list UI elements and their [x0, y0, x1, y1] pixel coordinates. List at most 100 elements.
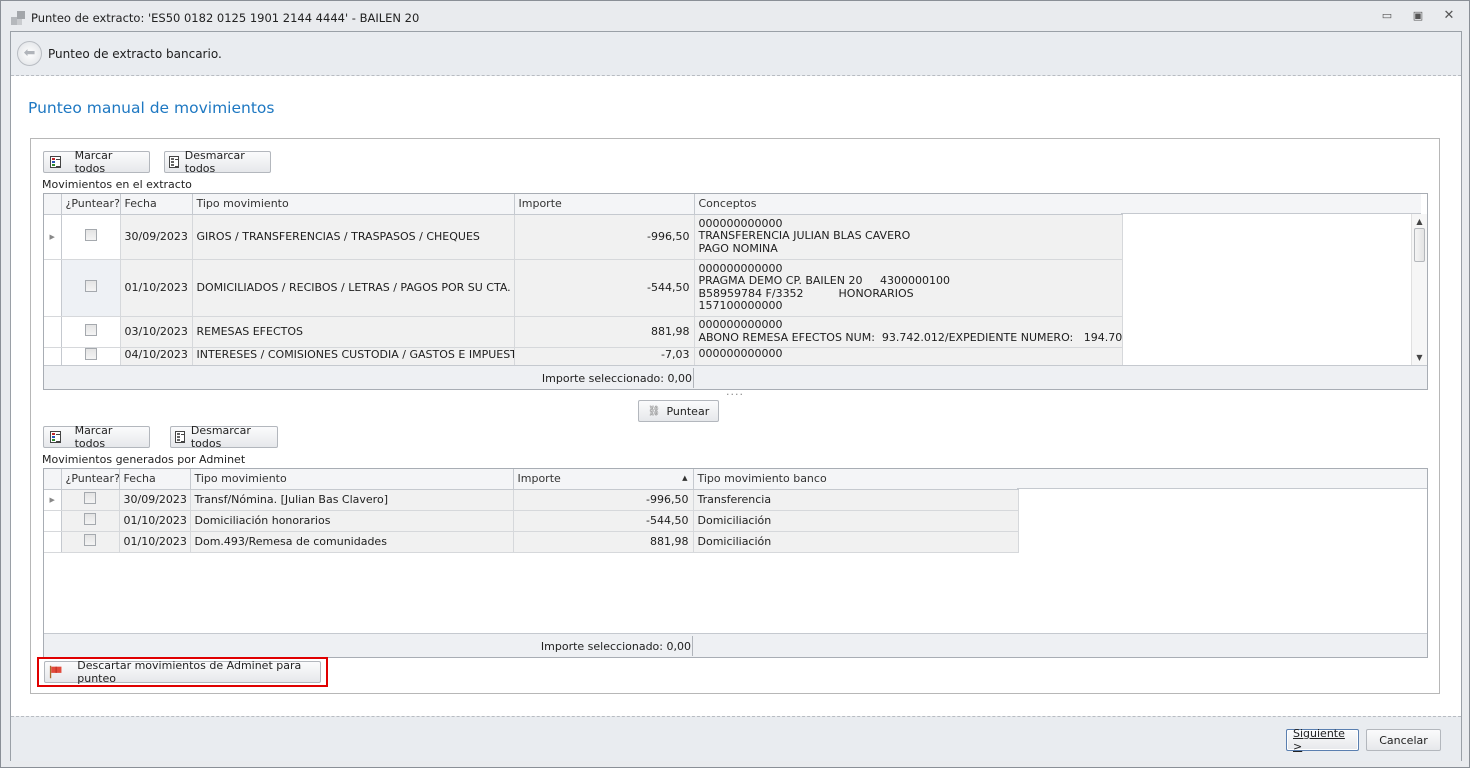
table-row[interactable]: 01/10/2023 Dom.493/Remesa de comunidades 8…	[44, 531, 1019, 553]
window-title: Punteo de extracto: 'ES50 0182 0125 1901…	[31, 11, 420, 25]
checkbox[interactable]	[84, 347, 97, 360]
conceptos-cell: 000000000000 PRAGMA DEMO CP. BAILEN 20 43…	[694, 259, 1123, 317]
concepto-line: 157100000000	[698, 299, 783, 312]
tipo-cell: DOMICILIADOS / RECIBOS / LETRAS / PAGOS …	[192, 259, 515, 317]
importe-cell: -996,50	[514, 214, 695, 260]
button-label: Desmarcar todos	[184, 149, 245, 175]
tipo-cell: Dom.493/Remesa de comunidades	[190, 531, 514, 553]
scroll-up-icon[interactable]: ▲	[1412, 217, 1427, 226]
column-header-tipo[interactable]: Tipo movimiento	[192, 194, 515, 215]
row-indicator	[44, 531, 62, 553]
column-header-fecha[interactable]: Fecha	[119, 469, 191, 490]
scrollbar-thumb[interactable]	[1414, 228, 1425, 262]
puntear-checkbox-cell[interactable]	[61, 316, 121, 348]
button-label: Desmarcar todos	[190, 424, 251, 450]
checkbox[interactable]	[84, 229, 97, 241]
button-label: Puntear	[666, 404, 710, 418]
column-header-puntear[interactable]: ¿Puntear?	[61, 194, 121, 215]
red-flag-icon	[49, 665, 62, 679]
adminet-grid-footer: Importe seleccionado: 0,00	[44, 633, 1427, 657]
unmark-all-extracto-button[interactable]: Desmarcar todos	[164, 149, 271, 175]
title-bar: Punteo de extracto: 'ES50 0182 0125 1901…	[1, 1, 1469, 31]
wizard-step-title: Punteo de extracto bancario.	[48, 47, 222, 61]
row-indicator: ▶	[44, 214, 62, 260]
table-row[interactable]: 01/10/2023 DOMICILIADOS / RECIBOS / LETRA…	[44, 259, 1123, 317]
fecha-cell: 30/09/2023	[120, 214, 193, 260]
puntear-checkbox-cell[interactable]	[61, 259, 121, 317]
button-label: Cancelar	[1379, 733, 1428, 747]
importe-cell: -996,50	[513, 489, 694, 511]
table-row[interactable]: 01/10/2023 Domiciliación honorarios -544,5…	[44, 510, 1019, 532]
discard-adminet-button[interactable]: Descartar movimientos de Adminet para pu…	[44, 659, 321, 685]
column-header-puntear[interactable]: ¿Puntear?	[61, 469, 120, 490]
tipo-cell: GIROS / TRANSFERENCIAS / TRASPASOS / CHE…	[192, 214, 515, 260]
importe-cell: -544,50	[513, 510, 694, 532]
column-header-fecha[interactable]: Fecha	[120, 194, 193, 215]
importe-cell: 881,98	[513, 531, 694, 553]
extracto-grid-label: Movimientos en el extracto	[42, 178, 192, 191]
fecha-cell: 30/09/2023	[119, 489, 191, 511]
puntear-checkbox-cell[interactable]	[61, 214, 121, 260]
concepto-line: ABONO REMESA EFECTOS NUM: 93.742.012/EXP…	[698, 330, 1122, 344]
tipo-banco-cell: Transferencia	[693, 489, 1019, 511]
wizard-header: ⬅ Punteo de extracto bancario.	[11, 32, 1461, 76]
checkbox[interactable]	[84, 513, 96, 525]
puntear-checkbox-cell[interactable]	[61, 531, 120, 553]
tipo-cell: REMESAS EFECTOS	[192, 316, 515, 348]
list-icon	[169, 156, 179, 168]
row-indicator-icon: ▶	[49, 232, 55, 241]
concepto-line: PRAGMA DEMO CP. BAILEN 20 4300000100	[698, 274, 950, 287]
button-label: Marcar todos	[74, 149, 113, 175]
link-icon: ⛓	[647, 405, 661, 417]
tipo-cell: Transf/Nómina. [Julian Bas Clavero]	[190, 489, 514, 511]
table-row[interactable]: 03/10/2023 REMESAS EFECTOS 881,98 000000000…	[44, 316, 1123, 348]
column-header-tipo[interactable]: Tipo movimiento	[190, 469, 514, 490]
puntear-checkbox-cell[interactable]	[61, 489, 120, 511]
importe-cell: 881,98	[514, 316, 695, 348]
checkbox[interactable]	[84, 534, 96, 546]
puntear-button[interactable]: ⛓ Puntear	[638, 400, 719, 422]
app-icon	[11, 11, 25, 25]
footer-divider	[693, 368, 694, 388]
splitter-handle[interactable]: ....	[726, 385, 744, 398]
minimize-icon[interactable]: ▭	[1377, 9, 1397, 23]
row-indicator: ▶	[44, 489, 62, 511]
table-row[interactable]: ▶ 30/09/2023 GIROS / TRANSFERENCIAS / TRAS…	[44, 214, 1123, 260]
window: Punteo de extracto: 'ES50 0182 0125 1901…	[0, 0, 1470, 768]
concepto-line: TRANSFERENCIA JULIAN BLAS CAVERO	[698, 229, 911, 243]
footer-divider	[692, 636, 693, 656]
header-label: Importe	[517, 472, 561, 486]
header-filler	[1017, 469, 1427, 489]
tipo-banco-cell: Domiciliación	[693, 510, 1019, 532]
indicator-header	[44, 469, 62, 490]
back-arrow-icon[interactable]: ⬅	[17, 41, 42, 66]
list-check-icon	[50, 431, 61, 443]
unmark-all-adminet-button[interactable]: Desmarcar todos	[170, 424, 278, 450]
checkbox[interactable]	[84, 280, 97, 292]
next-button[interactable]: Siguiente >	[1286, 727, 1359, 753]
column-header-importe[interactable]: Importe	[514, 194, 695, 215]
column-header-tipo-banco[interactable]: Tipo movimiento banco	[693, 469, 1019, 490]
vertical-scrollbar[interactable]: ▲ ▼	[1411, 214, 1427, 365]
column-header-importe[interactable]: Importe ▲	[513, 469, 694, 490]
concepto-line: PAGO NOMINA	[698, 241, 778, 255]
adminet-grid-label: Movimientos generados por Adminet	[42, 453, 246, 466]
wizard-footer: Siguiente > Cancelar	[11, 716, 1461, 761]
grid-header-row: ¿Puntear? Fecha Tipo movimiento Importe …	[44, 194, 1123, 215]
mark-all-adminet-button[interactable]: Marcar todos	[43, 424, 150, 450]
list-check-icon	[50, 156, 61, 168]
puntear-checkbox-cell[interactable]	[61, 510, 120, 532]
cancel-button[interactable]: Cancelar	[1366, 729, 1441, 751]
scroll-down-icon[interactable]: ▼	[1412, 353, 1427, 362]
adminet-grid: ¿Puntear? Fecha Tipo movimiento Importe ▲…	[43, 468, 1428, 658]
maximize-icon[interactable]: ▣	[1408, 9, 1428, 23]
table-row[interactable]: ▶ 30/09/2023 Transf/Nómina. [Julian Bas Cl…	[44, 489, 1019, 511]
movements-group: Marcar todos Desmarcar todos Movimientos…	[30, 138, 1440, 694]
column-header-conceptos[interactable]: Conceptos	[694, 194, 1123, 215]
mark-all-extracto-button[interactable]: Marcar todos	[43, 149, 150, 175]
row-indicator	[44, 510, 62, 532]
checkbox[interactable]	[84, 324, 97, 336]
header-filler	[1121, 194, 1421, 214]
checkbox[interactable]	[84, 492, 96, 504]
close-icon[interactable]: ✕	[1439, 9, 1459, 23]
